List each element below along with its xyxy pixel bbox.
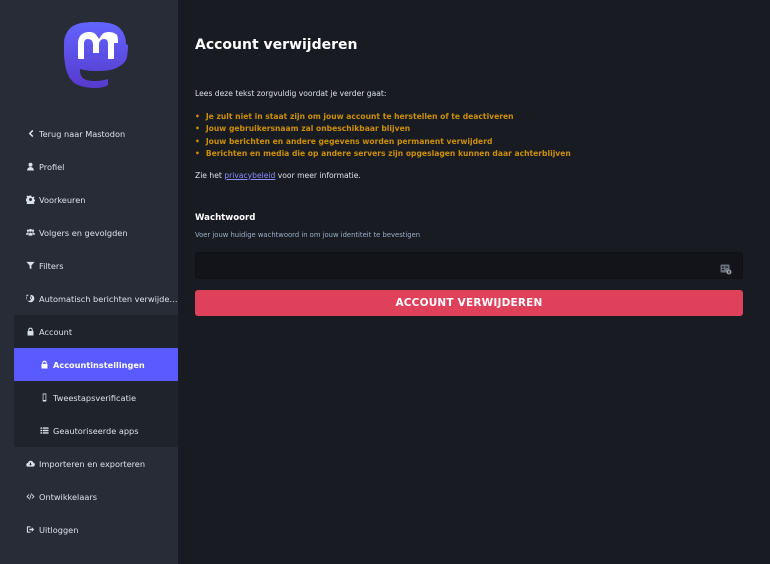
password-field[interactable] <box>195 252 743 279</box>
warning-item: Berichten en media die op andere servers… <box>195 148 571 160</box>
sidebar-item-label: Accountinstellingen <box>53 359 145 370</box>
sidebar-item-label: Importeren en exporteren <box>39 458 146 469</box>
sidebar-item-authorized-apps[interactable]: Geautoriseerde apps <box>14 414 178 447</box>
sidebar-item-preferences[interactable]: Voorkeuren <box>0 183 178 216</box>
sidebar-item-label: Ontwikkelaars <box>39 491 97 502</box>
lock-icon <box>24 326 36 338</box>
sidebar-item-filters[interactable]: Filters <box>0 249 178 282</box>
warning-item: Jouw gebruikersnaam zal onbeschikbaar bl… <box>195 123 571 135</box>
sidebar-item-account[interactable]: Account <box>14 315 178 348</box>
sidebar-item-label: Account <box>39 326 73 337</box>
mobile-icon <box>38 392 50 404</box>
warning-item: Je zult niet in staat zijn om jouw accou… <box>195 111 571 123</box>
sidebar-nav: Terug naar Mastodon Profiel Voorkeuren V… <box>0 117 178 546</box>
sidebar-item-developers[interactable]: Ontwikkelaars <box>0 480 178 513</box>
account-group: Account Accountinstellingen Tweestapsver… <box>14 315 178 447</box>
sidebar-item-import-export[interactable]: Importeren en exporteren <box>0 447 178 480</box>
warning-list: Je zult niet in staat zijn om jouw accou… <box>195 111 571 160</box>
mastodon-logo[interactable] <box>62 20 128 92</box>
users-icon <box>24 227 36 239</box>
sidebar-item-label: Voorkeuren <box>39 194 86 205</box>
sidebar-item-label: Volgers en gevolgden <box>39 227 128 238</box>
sidebar: Terug naar Mastodon Profiel Voorkeuren V… <box>0 0 178 564</box>
sidebar-item-two-factor[interactable]: Tweestapsverificatie <box>14 381 178 414</box>
sidebar-item-back[interactable]: Terug naar Mastodon <box>0 117 178 150</box>
history-icon <box>24 293 36 305</box>
sidebar-item-relationships[interactable]: Volgers en gevolgden <box>0 216 178 249</box>
sidebar-item-label: Terug naar Mastodon <box>39 128 126 139</box>
policy-text: Zie het privacybeleid voor meer informat… <box>195 171 361 180</box>
chevron-left-icon <box>24 128 36 140</box>
privacy-policy-link[interactable]: privacybeleid <box>224 171 275 180</box>
cog-icon <box>24 194 36 206</box>
sidebar-item-label: Automatisch berichten verwijderen <box>39 293 178 304</box>
sidebar-item-label: Filters <box>39 260 64 271</box>
sidebar-item-auto-delete[interactable]: Automatisch berichten verwijderen <box>0 282 178 315</box>
password-hint: Voer jouw huidige wachtwoord in om jouw … <box>195 231 421 239</box>
policy-prefix: Zie het <box>195 171 222 180</box>
sidebar-item-label: Profiel <box>39 161 65 172</box>
sign-out-icon <box>24 524 36 536</box>
sidebar-item-profile[interactable]: Profiel <box>0 150 178 183</box>
page-title: Account verwijderen <box>195 37 358 53</box>
list-icon <box>38 425 50 437</box>
user-icon <box>24 161 36 173</box>
delete-account-button[interactable]: ACCOUNT VERWIJDEREN <box>195 290 743 316</box>
warning-item: Jouw berichten en andere gegevens worden… <box>195 136 571 148</box>
sidebar-item-label: Geautoriseerde apps <box>53 425 139 436</box>
sidebar-item-label: Uitloggen <box>39 524 79 535</box>
filter-icon <box>24 260 36 272</box>
intro-text: Lees deze tekst zorgvuldig voordat je ve… <box>195 89 387 98</box>
policy-suffix: voor meer informatie. <box>277 171 361 180</box>
password-manager-icon[interactable] <box>720 260 732 275</box>
code-icon <box>24 491 36 503</box>
password-label: Wachtwoord <box>195 213 256 223</box>
sidebar-item-logout[interactable]: Uitloggen <box>0 513 178 546</box>
cloud-download-icon <box>24 458 36 470</box>
sidebar-item-account-settings[interactable]: Accountinstellingen <box>14 348 178 381</box>
lock-icon <box>38 359 50 371</box>
sidebar-item-label: Tweestapsverificatie <box>53 392 137 403</box>
